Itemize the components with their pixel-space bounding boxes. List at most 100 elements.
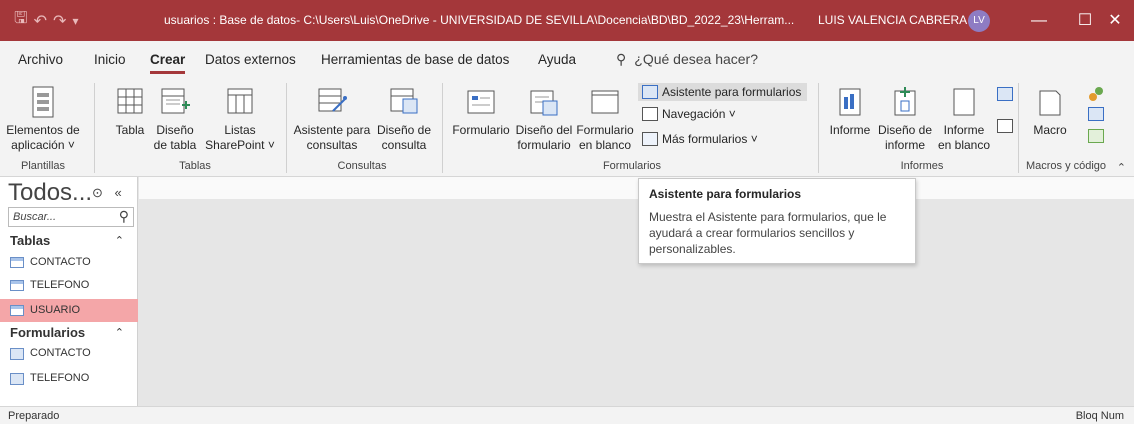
form-label: Formulario (452, 123, 510, 137)
more-forms-button[interactable]: Más formularios ˅ (642, 132, 758, 146)
query-wizard-label-2: consultas (306, 138, 358, 152)
form-icon (10, 348, 24, 360)
module-button[interactable] (1086, 85, 1106, 107)
labels-button[interactable] (996, 119, 1014, 137)
nav-section-title: Tablas (10, 233, 51, 248)
more-forms-icon (642, 132, 658, 146)
table-label: Tabla (115, 123, 145, 137)
visual-basic-button[interactable] (1086, 129, 1106, 147)
class-module-button[interactable] (1086, 107, 1106, 125)
collapse-ribbon-icon[interactable]: ⌃ (1117, 161, 1126, 174)
blank-report-label-2: en blanco (937, 138, 991, 152)
tab-herramientas[interactable]: Herramientas de base de datos (321, 52, 509, 67)
table-button[interactable]: Tabla (110, 85, 150, 138)
list-item-selected[interactable]: USUARIO (0, 299, 138, 322)
workspace (139, 177, 1134, 406)
query-design-label-2: consulta (381, 138, 427, 152)
query-wizard-button[interactable]: Asistente para consultas (290, 85, 374, 153)
form-design-label-1: Diseño del (515, 123, 573, 137)
form-icon (10, 373, 24, 385)
user-name[interactable]: LUIS VALENCIA CABRERA (818, 13, 967, 27)
sharepoint-lists-button[interactable]: Listas SharePoint ˅ (200, 85, 280, 153)
macro-button[interactable]: Macro (1026, 85, 1074, 138)
quick-access-toolbar: 🖫 ↶ ↷ ▾ (0, 7, 150, 34)
tab-ayuda[interactable]: Ayuda (538, 52, 576, 67)
form-wizard-button[interactable]: Asistente para formularios (638, 83, 808, 101)
ribbon-tabs: Archivo Inicio Crear Datos externos Herr… (0, 41, 1134, 79)
group-label-formularios: Formularios (602, 160, 662, 172)
query-design-button[interactable]: Diseño de consulta (374, 85, 434, 153)
nav-pane-title[interactable]: Todos... (8, 179, 92, 207)
tooltip: Asistente para formularios Muestra el As… (638, 178, 916, 264)
report-icon (839, 88, 861, 116)
nav-section-formularios[interactable]: Formularios ⌃ (10, 325, 132, 340)
search-icon: ⚲ (616, 51, 627, 67)
blank-report-button[interactable]: Informe en blanco (936, 85, 992, 153)
list-item[interactable]: CONTACTO (0, 342, 138, 365)
collapse-pane-icon[interactable]: « (115, 185, 122, 200)
list-item-label: TELEFONO (30, 372, 90, 384)
report-label: Informe (829, 123, 871, 137)
title-bar: 🖫 ↶ ↷ ▾ usuarios : Base de datos- C:\Use… (0, 0, 1134, 41)
tooltip-title: Asistente para formularios (649, 187, 802, 201)
redo-icon[interactable]: ↷ (53, 11, 66, 31)
more-forms-label: Más formularios ˅ (662, 132, 758, 146)
avatar[interactable]: LV (968, 10, 990, 32)
blank-report-label-1: Informe (943, 123, 985, 137)
table-design-button[interactable]: Diseño de tabla (152, 85, 198, 153)
tab-datos-externos[interactable]: Datos externos (205, 52, 296, 67)
table-icon (10, 305, 24, 316)
list-item[interactable]: CONTACTO (0, 251, 138, 274)
form-design-button[interactable]: Diseño del formulario (512, 85, 576, 153)
group-separator (1018, 83, 1019, 173)
navigation-pane: Todos... ⊙ « Buscar... ⚲ Tablas ⌃ CONTAC… (0, 177, 138, 406)
tell-me-text: ¿Qué desea hacer? (634, 51, 759, 67)
list-item[interactable]: TELEFONO (0, 367, 138, 390)
nav-section-tablas[interactable]: Tablas ⌃ (10, 233, 132, 248)
app-parts-button[interactable]: Elementos de aplicación ˅ (2, 85, 84, 153)
report-wizard-button[interactable] (996, 87, 1014, 105)
nav-menu-icon[interactable]: ⊙ (92, 185, 103, 200)
search-icon[interactable]: ⚲ (119, 208, 129, 225)
chevron-up-icon: ⌃ (114, 327, 124, 339)
nav-section-title: Formularios (10, 325, 86, 340)
visual-basic-icon (1088, 129, 1104, 143)
query-design-icon (390, 88, 418, 114)
query-wizard-icon (318, 88, 347, 112)
nav-search-input[interactable]: Buscar... ⚲ (8, 207, 134, 227)
form-design-label-2: formulario (517, 138, 571, 152)
tab-crear[interactable]: Crear (150, 52, 186, 74)
group-label-informes: Informes (900, 160, 944, 172)
num-lock-indicator: Bloq Num (1075, 410, 1124, 422)
list-item[interactable]: TELEFONO (0, 274, 138, 297)
blank-form-label-2: en blanco (578, 138, 632, 152)
group-label-macros: Macros y código (1025, 160, 1107, 172)
save-icon[interactable]: 🖫 (14, 7, 28, 34)
tell-me-search[interactable]: ⚲ ¿Qué desea hacer? (616, 51, 758, 68)
report-wizard-icon (997, 87, 1013, 101)
customize-toolbar-icon[interactable]: ▾ (72, 14, 78, 28)
navigation-label: Navegación ˅ (662, 107, 736, 121)
report-design-label-1: Diseño de (877, 123, 933, 137)
form-button[interactable]: Formulario (450, 85, 512, 138)
blank-form-button[interactable]: Formulario en blanco (576, 85, 634, 153)
undo-icon[interactable]: ↶ (34, 11, 47, 31)
ribbon: Elementos de aplicación ˅ Plantillas Tab… (0, 79, 1134, 177)
sharepoint-lists-label-2: SharePoint ˅ (205, 138, 275, 152)
close-button[interactable]: ✕ (1092, 0, 1134, 41)
list-item-label: CONTACTO (30, 256, 91, 268)
window-title: usuarios : Base de datos- C:\Users\Luis\… (164, 13, 795, 27)
report-button[interactable]: Informe (826, 85, 874, 138)
group-separator (94, 83, 95, 173)
macro-label: Macro (1033, 123, 1067, 137)
tooltip-body: Muestra el Asistente para formularios, q… (649, 210, 887, 256)
blank-form-icon (591, 90, 619, 114)
tab-inicio[interactable]: Inicio (94, 52, 126, 67)
query-wizard-label-1: Asistente para (293, 123, 371, 137)
list-item-label: CONTACTO (30, 347, 91, 359)
minimize-button[interactable]: — (1016, 0, 1062, 41)
tab-archivo[interactable]: Archivo (18, 52, 63, 67)
report-design-button[interactable]: Diseño de informe (874, 85, 936, 153)
navigation-button[interactable]: Navegación ˅ (642, 107, 736, 121)
status-bar: Preparado Bloq Num (0, 406, 1134, 424)
